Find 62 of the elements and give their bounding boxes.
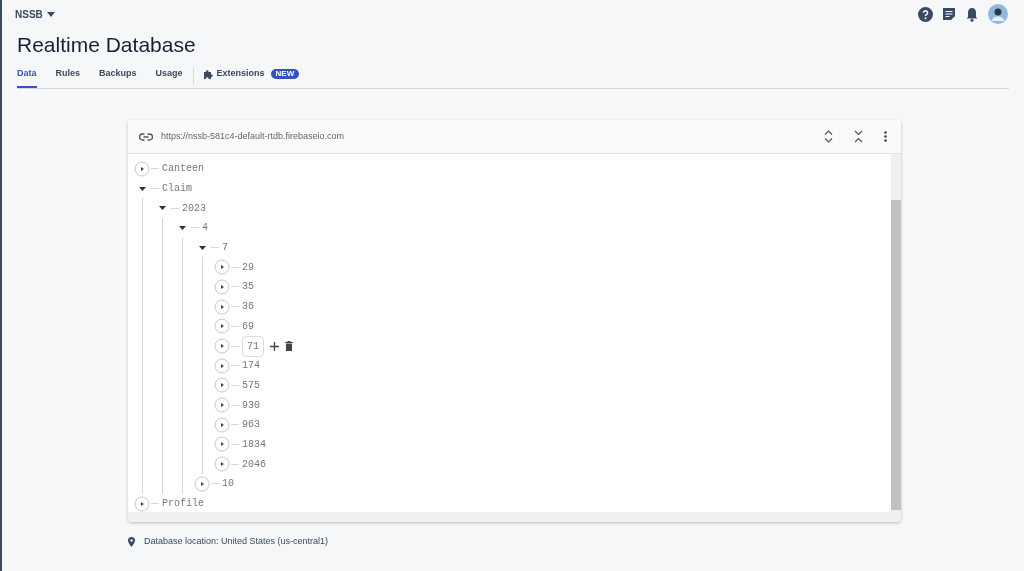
more-options-icon[interactable] [884,131,887,142]
help-icon[interactable] [918,6,933,22]
expand-toggle-icon[interactable] [214,318,230,335]
node-key[interactable]: 69 [242,318,254,334]
node-key[interactable]: 4 [202,220,208,236]
database-location: Database location: United States (us-central1) [144,535,329,548]
new-badge: NEW [270,68,300,79]
vertical-scrollbar[interactable] [891,154,901,522]
tab[interactable]: Usage [155,66,183,88]
horizontal-scrollbar[interactable] [128,512,891,522]
avatar-icon[interactable] [988,4,1008,24]
expand-toggle-icon[interactable] [194,475,210,492]
expand-toggle-icon[interactable] [214,338,230,355]
node-key[interactable]: 10 [222,476,234,492]
project-name[interactable]: NSSB [15,6,43,22]
expand-toggle-icon[interactable] [214,377,230,394]
node-key[interactable]: 963 [242,417,260,433]
node-key[interactable]: 35 [242,279,254,295]
tab[interactable]: Backups [99,66,137,88]
notification-bell-icon[interactable] [965,6,979,22]
node-key[interactable]: Profile [162,496,204,512]
node-key[interactable]: 174 [242,358,260,374]
node-key[interactable]: 29 [242,259,254,275]
node-key[interactable]: 36 [242,299,254,315]
expand-toggle-icon[interactable] [214,298,230,315]
node-key[interactable]: 7 [222,240,228,256]
expand-toggle-icon[interactable] [134,160,150,177]
tab[interactable]: Extensions NEW [202,66,300,88]
feedback-icon[interactable] [942,7,956,21]
tab[interactable]: Rules [55,66,81,88]
location-pin-icon [128,536,135,547]
collapse-caret-icon[interactable] [178,225,186,230]
expand-toggle-icon[interactable] [214,397,230,414]
expand-toggle-icon[interactable] [214,456,230,473]
caret-icon[interactable] [46,11,55,17]
node-key[interactable]: 2023 [182,200,206,216]
database-url: https://nssb-581c4-default-rtdb.firebaseio.com [161,129,345,143]
link-icon [139,132,153,141]
expand-toggle-icon[interactable] [214,357,230,374]
expand-toggle-icon[interactable] [214,278,230,295]
node-key[interactable]: 1834 [242,436,266,452]
expand-toggle-icon[interactable] [214,416,230,433]
node-key[interactable]: 71 [242,335,264,357]
node-key[interactable]: Canteen [162,161,204,177]
add-icon[interactable] [270,341,279,351]
collapse-caret-icon[interactable] [198,245,206,250]
collapse-caret-icon[interactable] [158,206,166,211]
expand-toggle-icon[interactable] [214,259,230,276]
puzzle-icon [202,68,213,79]
expand-toggle-icon[interactable] [214,436,230,453]
collapse-caret-icon[interactable] [138,186,146,191]
collapse-all-icon[interactable] [854,130,863,143]
node-key[interactable]: 2046 [242,456,266,472]
node-key[interactable]: 930 [242,397,260,413]
delete-icon[interactable] [285,341,293,352]
node-key[interactable]: Claim [162,181,192,197]
node-key[interactable]: 575 [242,377,260,393]
expand-all-icon[interactable] [824,130,833,143]
scrollbar-thumb[interactable] [891,200,901,510]
page-title: Realtime Database [16,32,197,58]
expand-toggle-icon[interactable] [134,495,150,512]
tab[interactable]: Data [17,66,37,88]
